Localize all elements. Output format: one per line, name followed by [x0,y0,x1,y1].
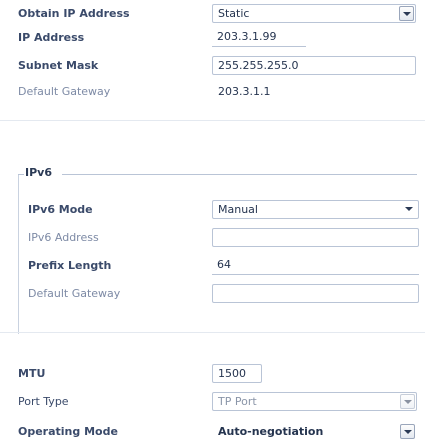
prefix-length-row: Prefix Length 64 [0,254,425,278]
ipv6-group-title: IPv6 [25,166,54,179]
ipv6-gateway-row: Default Gateway [0,282,425,306]
port-type-row: Port Type TP Port [0,390,425,414]
chevron-down-icon[interactable] [400,424,415,439]
obtain-ip-row: Obtain IP Address Static [0,2,425,26]
ipv6-gateway-label: Default Gateway [28,287,121,300]
obtain-ip-label: Obtain IP Address [18,7,130,20]
ipv6-mode-row: IPv6 Mode Manual [0,198,425,222]
ipv6-group-border-cap [18,174,24,175]
subnet-mask-row: Subnet Mask 255.255.255.0 [0,54,425,78]
prefix-length-input[interactable]: 64 [212,256,419,275]
chevron-down-icon[interactable] [400,394,415,409]
ipv6-address-label: IPv6 Address [28,231,99,244]
port-type-select[interactable]: TP Port [212,392,417,411]
port-type-value: TP Port [218,395,257,408]
subnet-mask-input[interactable]: 255.255.255.0 [212,56,416,75]
ip-address-label: IP Address [18,31,85,44]
ip-address-input[interactable]: 203.3.1.99 [212,28,306,47]
mtu-input[interactable]: 1500 [212,364,262,383]
operating-mode-row: Operating Mode Auto-negotiation [0,420,425,444]
ipv6-mode-value: Manual [218,203,258,216]
default-gateway-input[interactable]: 203.3.1.1 [212,82,416,101]
mtu-label: MTU [18,367,46,380]
subnet-mask-label: Subnet Mask [18,59,99,72]
obtain-ip-value: Static [218,7,250,20]
divider [0,120,425,121]
obtain-ip-select[interactable]: Static [212,4,416,23]
operating-mode-value: Auto-negotiation [218,425,324,438]
default-gateway-label: Default Gateway [18,85,111,98]
chevron-down-icon[interactable] [399,6,414,21]
port-type-label: Port Type [18,395,69,408]
ipv6-mode-select[interactable]: Manual [212,200,419,219]
mtu-row: MTU 1500 [0,362,425,386]
operating-mode-label: Operating Mode [18,425,118,438]
ipv6-address-row: IPv6 Address [0,226,425,250]
chevron-down-icon[interactable] [402,202,417,217]
ipv6-mode-label: IPv6 Mode [28,203,93,216]
ipv6-gateway-input[interactable] [212,284,419,303]
prefix-length-label: Prefix Length [28,259,112,272]
ipv6-group-line [62,174,417,175]
ipv6-address-input[interactable] [212,228,419,247]
divider [0,332,425,333]
operating-mode-select[interactable]: Auto-negotiation [212,422,417,441]
ip-address-row: IP Address 203.3.1.99 [0,26,425,50]
default-gateway-row: Default Gateway 203.3.1.1 [0,80,425,104]
